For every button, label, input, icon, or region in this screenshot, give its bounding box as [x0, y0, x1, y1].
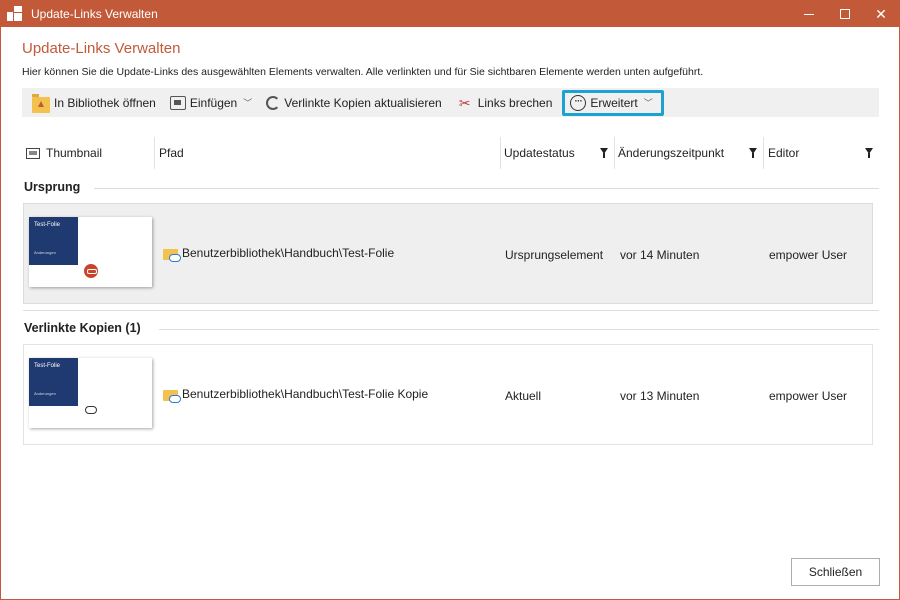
filter-icon[interactable] — [600, 148, 608, 158]
folder-open-icon — [32, 93, 50, 113]
thumbnail-icon — [26, 147, 40, 159]
group-title-origin: Ursprung — [24, 180, 81, 194]
column-editor[interactable]: Editor — [763, 137, 879, 169]
divider — [23, 310, 879, 311]
path-text: Benutzerbibliothek\Handbuch\Test-Folie K… — [182, 387, 429, 401]
list-item-linked-copy[interactable]: Test-Folie Änderungen Benutzerbibliothek… — [23, 344, 873, 445]
column-thumbnail[interactable]: Thumbnail — [26, 137, 154, 169]
update-linked-copies-button[interactable]: Verlinkte Kopien aktualisieren — [262, 91, 445, 115]
page-description: Hier können Sie die Update-Links des aus… — [22, 66, 704, 78]
advanced-button[interactable]: ··· Erweitert ﹀ — [562, 89, 664, 116]
status-cell: Ursprungselement — [505, 248, 604, 262]
open-in-library-label: In Bibliothek öffnen — [54, 95, 156, 110]
close-button[interactable]: Schließen — [791, 558, 880, 586]
column-path[interactable]: Pfad — [154, 137, 500, 169]
window-controls: ✕ — [791, 1, 899, 27]
maximize-icon — [840, 9, 850, 19]
path-text: Benutzerbibliothek\Handbuch\Test-Folie — [182, 246, 395, 260]
editor-cell: empower User — [769, 389, 848, 403]
slide-subtitle: Änderungen — [34, 250, 56, 255]
refresh-icon — [266, 95, 281, 110]
cloud-folder-icon — [163, 247, 181, 262]
slide-thumbnail: Test-Folie Änderungen — [29, 358, 152, 428]
insert-label: Einfügen — [189, 95, 238, 110]
open-in-library-button[interactable]: In Bibliothek öffnen — [28, 91, 160, 115]
title-bar[interactable]: Update-Links Verwalten ✕ — [1, 1, 899, 27]
list-item-origin[interactable]: Test-Folie Änderungen Benutzerbibliothek… — [23, 203, 873, 304]
break-links-button[interactable]: ✂ Links brechen — [452, 91, 557, 115]
insert-icon — [169, 95, 186, 110]
link-icon — [85, 406, 97, 414]
more-options-icon: ··· — [570, 94, 587, 111]
divider — [94, 188, 879, 189]
column-update-status-label: Updatestatus — [504, 146, 575, 160]
column-header-row: Thumbnail Pfad Updatestatus Änderungszei… — [22, 137, 879, 169]
column-changed[interactable]: Änderungszeitpunkt — [614, 137, 763, 169]
app-logo-icon — [7, 6, 23, 22]
group-title-linked-copies: Verlinkte Kopien (1) — [24, 321, 141, 335]
slide-title: Test-Folie — [34, 363, 61, 369]
column-thumbnail-label: Thumbnail — [46, 146, 103, 160]
window-title: Update-Links Verwalten — [31, 7, 158, 21]
column-update-status[interactable]: Updatestatus — [500, 137, 614, 169]
update-links-dialog: Update-Links Verwalten ✕ Update-Links Ve… — [0, 0, 900, 600]
advanced-label: Erweitert — [590, 95, 638, 110]
close-icon: ✕ — [875, 5, 887, 22]
minimize-icon — [804, 13, 814, 15]
changed-cell: vor 14 Minuten — [620, 248, 700, 262]
cloud-folder-icon — [163, 388, 181, 403]
toolbar: In Bibliothek öffnen Einfügen ﹀ Verlinkt… — [22, 88, 879, 117]
status-cell: Aktuell — [505, 389, 542, 403]
chevron-down-icon: ﹀ — [243, 98, 253, 108]
divider — [159, 329, 879, 330]
column-changed-label: Änderungszeitpunkt — [618, 146, 725, 160]
slide-title: Test-Folie — [34, 222, 61, 228]
origin-link-icon — [84, 264, 98, 278]
path-cell: Benutzerbibliothek\Handbuch\Test-Folie K… — [163, 387, 429, 403]
column-path-label: Pfad — [159, 146, 184, 160]
changed-cell: vor 13 Minuten — [620, 389, 700, 403]
chevron-down-icon: ﹀ — [643, 98, 653, 108]
maximize-button[interactable] — [827, 1, 863, 27]
slide-thumbnail: Test-Folie Änderungen — [29, 217, 152, 287]
filter-icon[interactable] — [749, 148, 757, 158]
page-title: Update-Links Verwalten — [22, 40, 181, 57]
slide-subtitle: Änderungen — [34, 391, 56, 396]
close-window-button[interactable]: ✕ — [863, 1, 899, 27]
editor-cell: empower User — [769, 248, 848, 262]
insert-button[interactable]: Einfügen ﹀ — [166, 91, 256, 115]
filter-icon[interactable] — [865, 148, 873, 158]
update-linked-copies-label: Verlinkte Kopien aktualisieren — [284, 95, 442, 110]
break-link-icon: ✂ — [458, 94, 471, 111]
break-links-label: Links brechen — [477, 95, 553, 110]
path-cell: Benutzerbibliothek\Handbuch\Test-Folie — [163, 246, 395, 262]
column-editor-label: Editor — [768, 146, 800, 160]
minimize-button[interactable] — [791, 1, 827, 27]
